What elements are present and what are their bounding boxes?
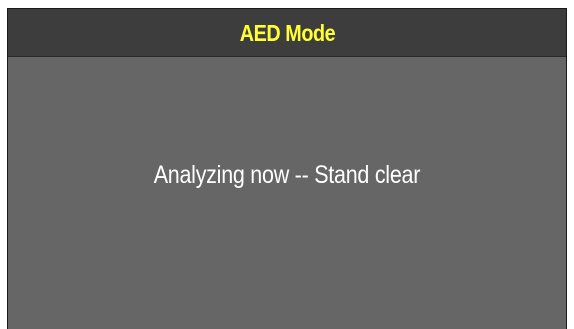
aed-display-screen: AED Mode Analyzing now -- Stand clear xyxy=(7,8,567,329)
message-area: Analyzing now -- Stand clear xyxy=(8,57,566,329)
title-bar: AED Mode xyxy=(8,9,566,57)
status-message: Analyzing now -- Stand clear xyxy=(153,161,421,189)
mode-title: AED Mode xyxy=(239,20,335,46)
